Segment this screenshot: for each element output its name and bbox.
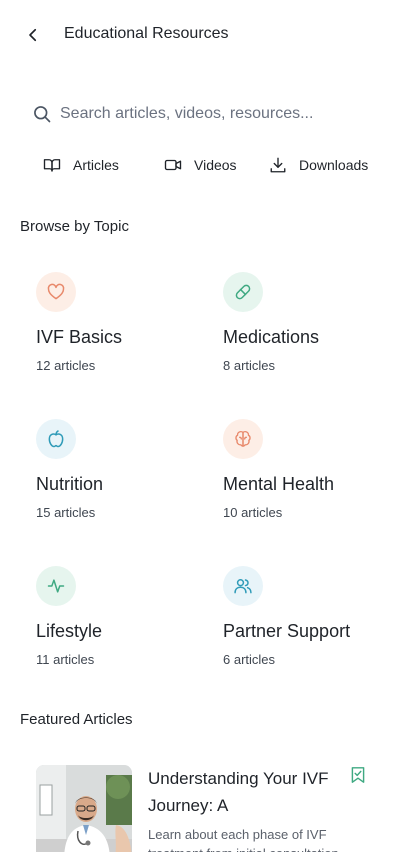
- search-bar[interactable]: [20, 92, 382, 136]
- topic-card-medications[interactable]: Medications 8 articles: [223, 272, 393, 376]
- chevron-left-icon: [29, 28, 37, 42]
- apple-icon: [48, 429, 64, 448]
- topic-name: Lifestyle: [36, 621, 103, 641]
- tab-videos[interactable]: Videos: [164, 150, 237, 180]
- search-input[interactable]: [60, 105, 360, 123]
- resource-type-tabs: Articles Videos Downloads: [0, 150, 402, 180]
- tab-label: Downloads: [299, 157, 369, 173]
- back-button[interactable]: [20, 22, 46, 48]
- topic-name: Mental Health: [223, 474, 335, 494]
- download-icon: [270, 157, 286, 173]
- heart-icon: [47, 283, 65, 300]
- topic-icon-badge: [36, 272, 76, 312]
- topic-count: 6 articles: [223, 652, 276, 667]
- video-icon: [164, 159, 182, 171]
- topic-name: IVF Basics: [36, 327, 123, 347]
- topic-icon-badge: [223, 272, 263, 312]
- topic-count: 11 articles: [36, 652, 95, 667]
- tab-articles[interactable]: Articles: [43, 150, 119, 180]
- topic-count: 15 articles: [36, 505, 96, 520]
- brain-icon: [235, 431, 251, 447]
- topic-icon-badge: [36, 566, 76, 606]
- browse-section-title: Browse by Topic: [20, 218, 129, 235]
- topic-icon-badge: [223, 419, 263, 459]
- topic-name: Medications: [223, 327, 320, 347]
- tab-downloads[interactable]: Downloads: [269, 150, 368, 180]
- article-thumbnail: [36, 765, 132, 852]
- tab-label: Articles: [73, 157, 119, 173]
- topic-card-nutrition[interactable]: Nutrition 15 articles: [36, 419, 206, 523]
- bookmark-button[interactable]: [348, 765, 368, 785]
- article-title: Understanding Your IVF Journey: A: [148, 769, 329, 815]
- topic-count: 12 articles: [36, 358, 96, 373]
- topic-count: 10 articles: [223, 505, 283, 520]
- topic-card-lifestyle[interactable]: Lifestyle 11 articles: [36, 566, 206, 670]
- topic-card-partner-support[interactable]: Partner Support 6 articles: [223, 566, 393, 670]
- topic-name: Nutrition: [36, 474, 104, 494]
- topic-card-mental-health[interactable]: Mental Health 10 articles: [223, 419, 393, 523]
- activity-icon: [47, 579, 65, 593]
- page-title: Educational Resources: [64, 25, 229, 42]
- book-open-icon: [43, 159, 61, 172]
- topic-count: 8 articles: [223, 358, 276, 373]
- article-description: Learn about each phase of IVF treatment …: [148, 827, 339, 852]
- featured-section-title: Featured Articles: [20, 711, 133, 728]
- topic-card-ivf-basics[interactable]: IVF Basics 12 articles: [36, 272, 206, 376]
- users-icon: [234, 579, 252, 594]
- pill-icon: [235, 284, 251, 300]
- topic-name: Partner Support: [223, 621, 351, 641]
- bookmark-check-icon: [351, 767, 365, 783]
- header: Educational Resources: [0, 0, 402, 70]
- search-icon: [30, 102, 54, 126]
- topic-icon-badge: [36, 419, 76, 459]
- tab-label: Videos: [194, 157, 237, 173]
- topic-icon-badge: [223, 566, 263, 606]
- featured-article-card[interactable]: Understanding Your IVF Journey: A Learn …: [36, 765, 382, 852]
